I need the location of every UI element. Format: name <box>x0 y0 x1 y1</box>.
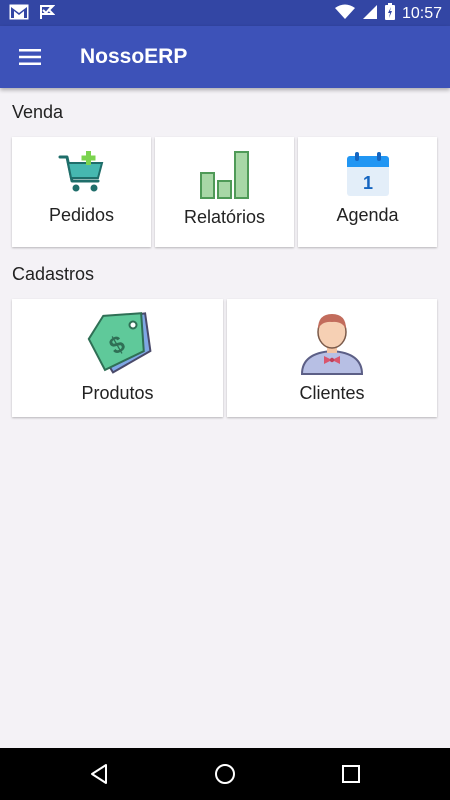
notification-flag-icon <box>39 4 56 25</box>
hamburger-menu-icon[interactable] <box>14 43 46 71</box>
status-time: 10:57 <box>401 5 442 22</box>
app-title: NossoERP <box>80 45 188 68</box>
back-icon[interactable] <box>86 761 112 787</box>
bar-chart-icon <box>199 149 251 206</box>
calendar-day-number: 1 <box>362 173 372 193</box>
section-title-cadastros: Cadastros <box>12 264 95 284</box>
system-navigation-bar <box>0 748 450 800</box>
relatorios-label: Relatórios <box>183 207 266 227</box>
section-title-venda: Venda <box>12 102 64 122</box>
cellular-signal-icon <box>362 4 378 25</box>
pedidos-label: Pedidos <box>48 205 115 225</box>
agenda-card[interactable]: 1 Agenda <box>298 137 437 247</box>
person-bowtie-icon <box>298 311 366 380</box>
clientes-label: Clientes <box>299 383 365 403</box>
produtos-label: Produtos <box>81 383 154 403</box>
calendar-icon: 1 <box>346 151 390 202</box>
recent-apps-icon[interactable] <box>338 761 364 787</box>
agenda-label: Agenda <box>336 205 399 225</box>
price-tag-icon: $ <box>81 311 155 380</box>
app-bar: NossoERP <box>0 26 450 88</box>
battery-icon <box>384 3 395 25</box>
clientes-card[interactable]: Clientes <box>227 299 437 417</box>
gmail-icon <box>9 4 29 25</box>
pedidos-card[interactable]: Pedidos <box>12 137 151 247</box>
wifi-icon <box>334 4 355 25</box>
shopping-cart-add-icon <box>58 151 106 200</box>
produtos-card[interactable]: $ Produtos <box>12 299 223 417</box>
relatorios-card[interactable]: Relatórios <box>155 137 294 247</box>
status-bar: 10:57 <box>0 0 450 26</box>
home-icon[interactable] <box>212 761 238 787</box>
